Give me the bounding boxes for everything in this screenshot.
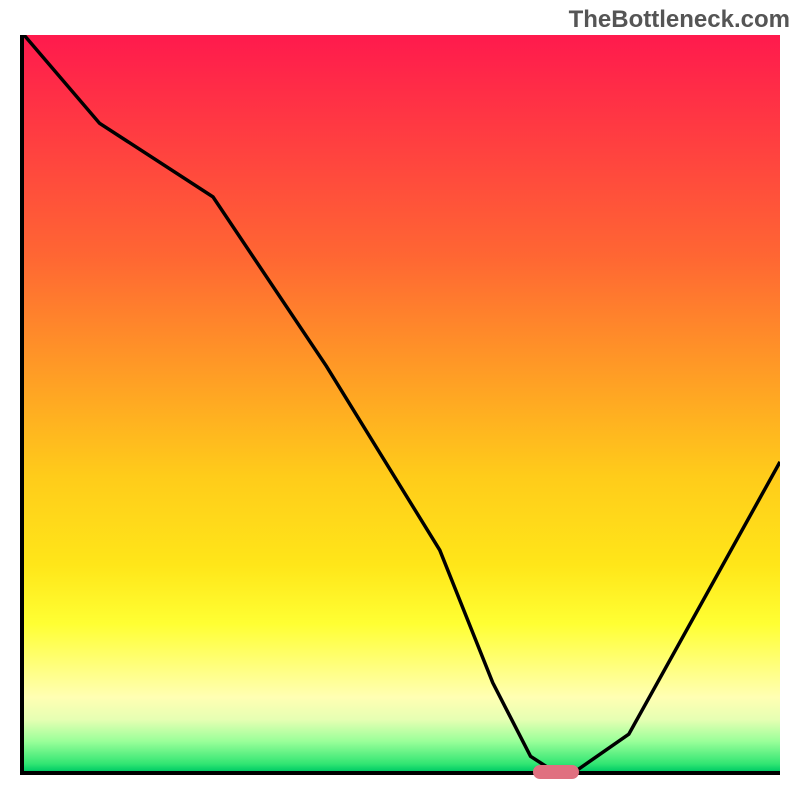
- chart-curve: [24, 35, 780, 771]
- watermark-text: TheBottleneck.com: [569, 6, 790, 34]
- chart-plot-area: [20, 35, 780, 775]
- chart-marker: [533, 765, 579, 779]
